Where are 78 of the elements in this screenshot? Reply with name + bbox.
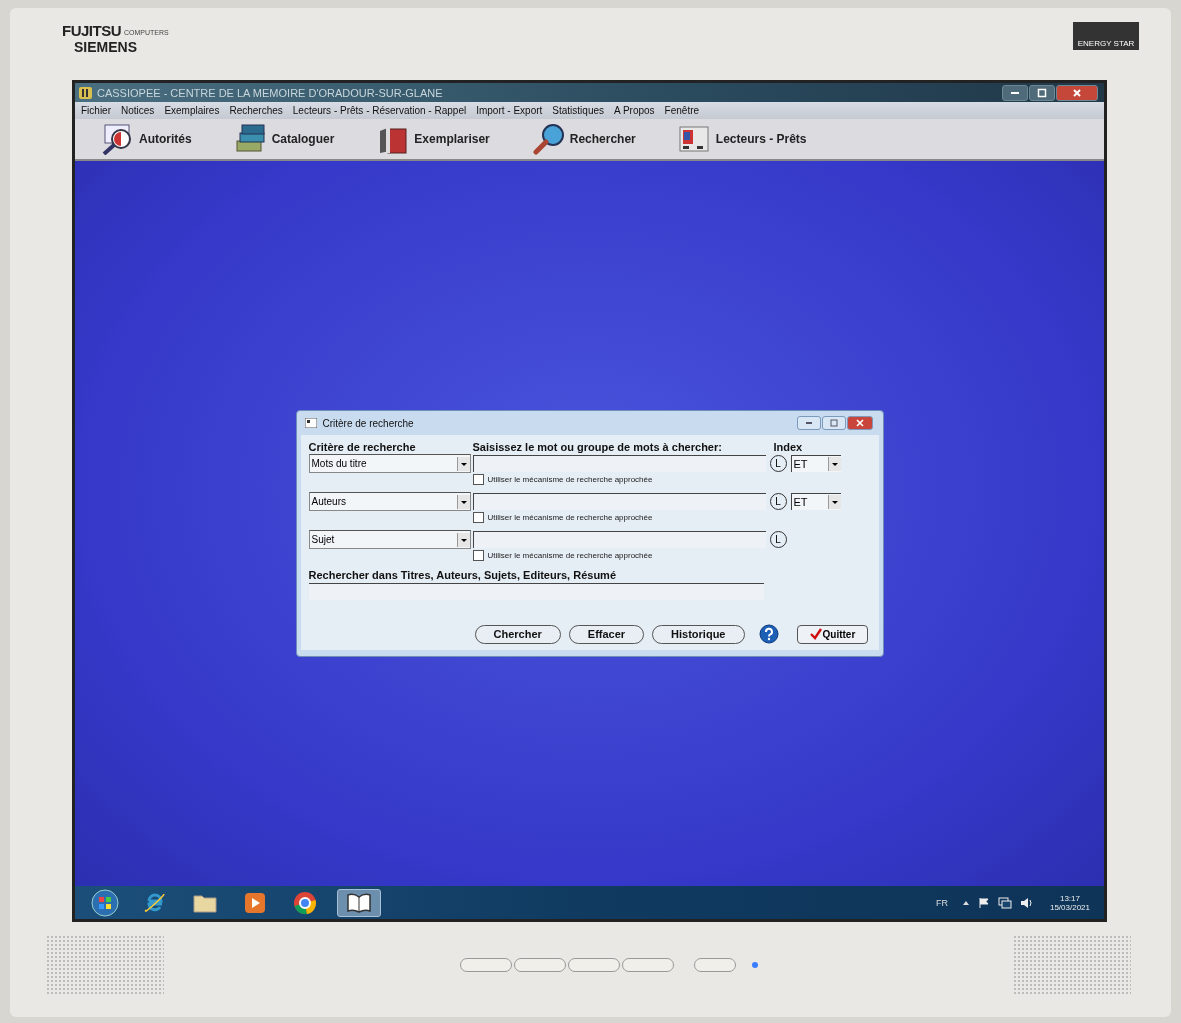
caret-icon <box>827 457 841 471</box>
menu-item[interactable]: Notices <box>121 105 155 116</box>
minimize-button[interactable] <box>1002 84 1028 101</box>
criteria-dropdown[interactable]: Mots du titre <box>308 454 471 473</box>
column-header: Critère de recherche <box>308 441 417 453</box>
maximize-button[interactable] <box>1029 84 1055 101</box>
fulltext-input-field[interactable] <box>308 583 764 600</box>
play-icon <box>244 891 266 914</box>
maximize-icon <box>829 419 838 427</box>
checkbox-label: Utiliser le mécanisme de recherche approchée <box>487 513 653 522</box>
column-header: Index <box>772 441 804 453</box>
power-led <box>751 961 758 968</box>
help-button[interactable] <box>758 624 779 644</box>
menu-item[interactable]: Statistiques <box>552 105 604 116</box>
network-icon[interactable] <box>997 896 1012 909</box>
minimize-icon <box>1011 91 1019 94</box>
toolbar-button[interactable]: Lecteurs - Prêts <box>677 123 807 155</box>
menu-item[interactable]: Recherches <box>229 105 283 116</box>
speaker-icon[interactable] <box>1019 896 1034 909</box>
window-icon <box>304 418 317 428</box>
search-icon <box>531 123 566 155</box>
close-button[interactable] <box>1056 84 1098 101</box>
caret-icon <box>456 532 470 547</box>
dialog-title: Critère de recherche <box>322 417 414 429</box>
menu-item[interactable]: Fenêtre <box>664 105 700 116</box>
brand-logo: FUJITSU <box>62 22 121 39</box>
search-input-field[interactable] <box>472 455 766 472</box>
dialog-button[interactable]: Chercher <box>474 624 561 644</box>
caret-icon <box>456 494 470 509</box>
checkbox-label: Utiliser le mécanisme de recherche approchée <box>487 475 653 484</box>
checkbox[interactable] <box>472 474 484 485</box>
caret-icon <box>456 456 470 471</box>
minimize-button[interactable] <box>796 416 821 430</box>
quit-button[interactable]: Quitter <box>796 624 869 644</box>
flag-icon[interactable] <box>977 896 990 909</box>
language-indicator[interactable]: FR <box>935 897 948 908</box>
start-orb-icon <box>91 888 119 917</box>
search-input-field[interactable] <box>472 531 766 548</box>
close-button[interactable] <box>846 416 873 430</box>
minimize-icon <box>805 422 812 424</box>
criteria-dropdown[interactable]: Sujet <box>308 530 471 549</box>
menu-item[interactable]: Import - Export <box>476 105 543 116</box>
maximize-icon <box>1037 87 1047 98</box>
operator-dropdown[interactable]: ET <box>790 493 841 510</box>
fulltext-label: Rechercher dans Titres, Auteurs, Sujets, Editeurs, Résumé <box>308 569 617 581</box>
clock-date: 15/03/2021 <box>1049 902 1090 912</box>
menu-item[interactable]: A Propos <box>614 105 655 116</box>
checkmark-icon <box>809 628 822 640</box>
toolbar-button[interactable]: Autorités <box>101 123 192 155</box>
menu-item[interactable]: Lecteurs - Prêts - Réservation - Rappel <box>292 105 467 116</box>
caret-icon <box>827 495 841 509</box>
brand-logo-line: SIEMENS <box>74 39 138 55</box>
toolbar-button[interactable]: Rechercher <box>531 123 636 155</box>
menu-item[interactable]: Fichier <box>81 105 111 116</box>
operator-dropdown[interactable]: ET <box>790 455 841 472</box>
books-icon <box>233 123 268 155</box>
search-input-field[interactable] <box>472 493 766 510</box>
card-file-icon <box>677 123 712 155</box>
checkbox[interactable] <box>472 512 484 523</box>
toolbar-button[interactable]: Cataloguer <box>233 123 335 155</box>
app-icon <box>79 86 92 99</box>
taskbar-button[interactable] <box>337 888 381 917</box>
close-icon <box>855 419 864 427</box>
column-header: Saisissez le mot ou groupe de mots à chercher: <box>472 441 723 453</box>
chrome-icon <box>293 890 317 915</box>
book-icon <box>346 892 372 913</box>
window-title: CASSIOPEE - CENTRE DE LA MEMOIRE D'ORADOUR-SUR-GLANE <box>97 86 443 99</box>
toolbar-button[interactable]: Exemplariser <box>376 123 490 155</box>
help-icon <box>758 624 779 644</box>
energy-badge: ENERGY STAR <box>1073 22 1139 50</box>
dialog-button[interactable]: Effacer <box>568 624 645 644</box>
checkbox[interactable] <box>472 550 484 561</box>
checkbox-label: Utiliser le mécanisme de recherche approchée <box>487 551 653 560</box>
dialog-button[interactable]: Historique <box>652 624 745 644</box>
clock-time: 13:17 <box>1059 893 1080 903</box>
menu-item[interactable]: Exemplaires <box>164 105 220 116</box>
close-icon <box>1072 87 1082 98</box>
criteria-dropdown[interactable]: Auteurs <box>308 492 471 511</box>
